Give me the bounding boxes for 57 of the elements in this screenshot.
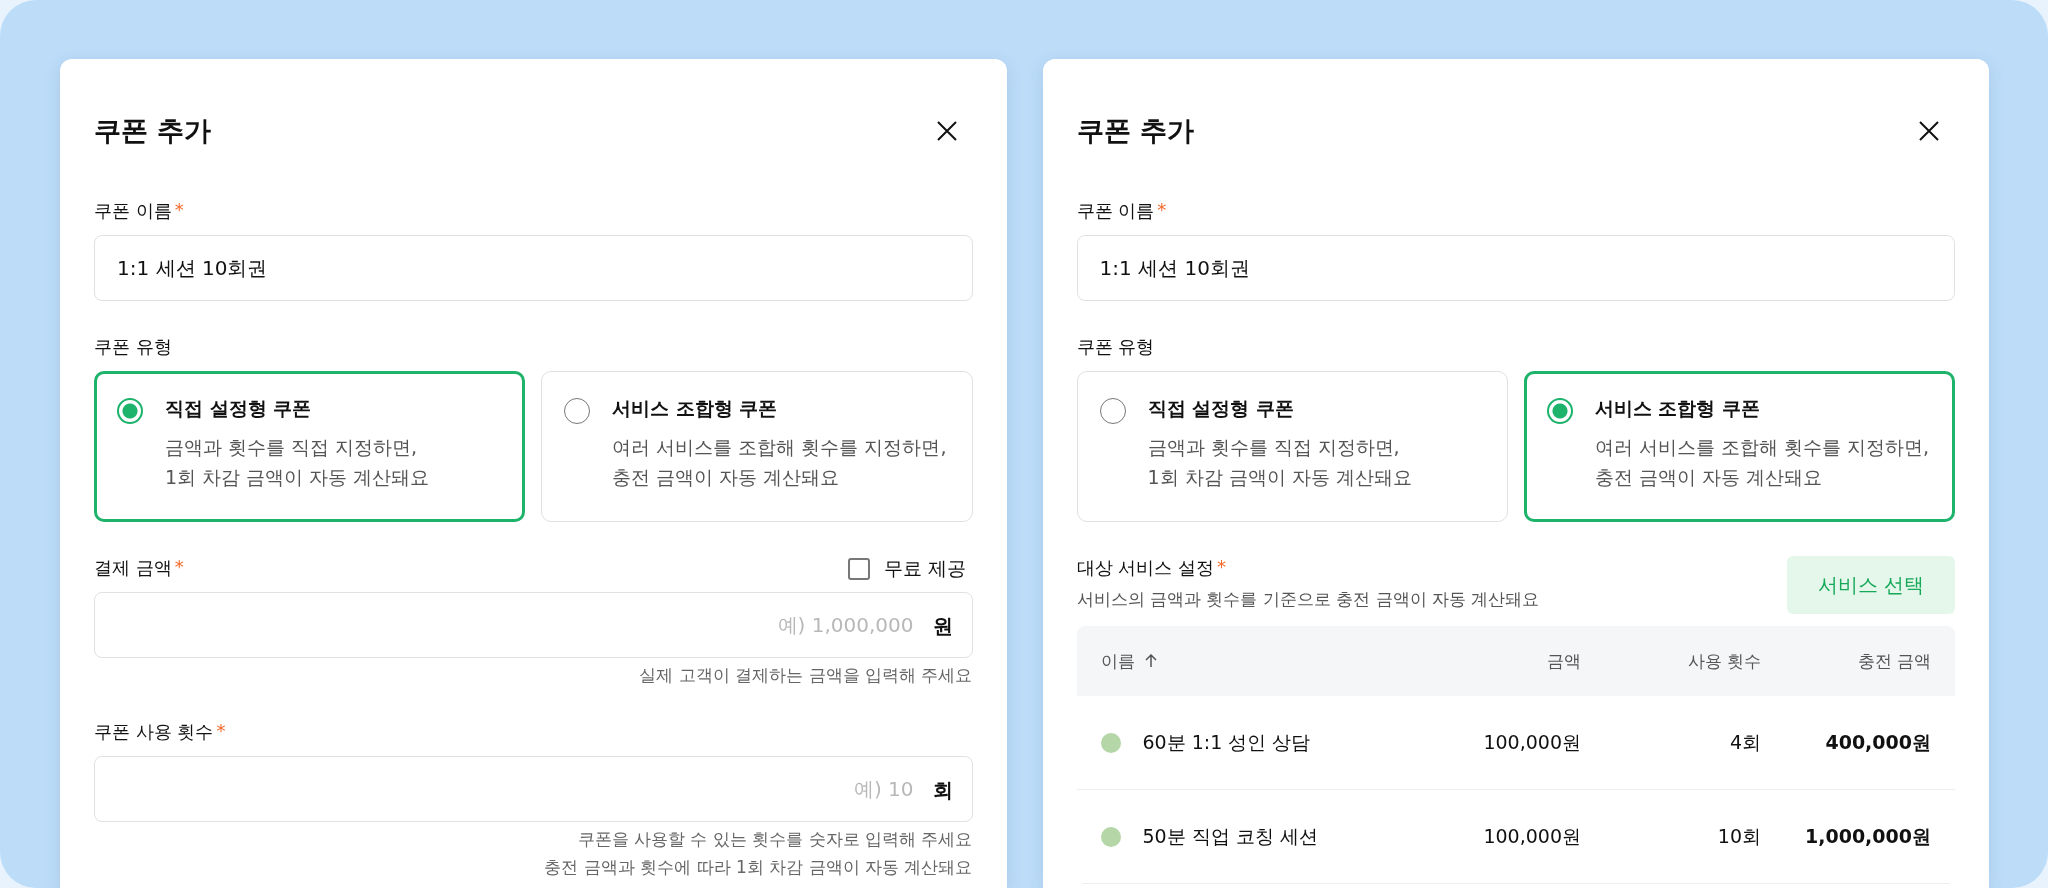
help-text: 쿠폰을 사용할 수 있는 횟수를 숫자로 입력해 주세요 [576,828,973,851]
table-cell: 400,000원 [1825,730,1931,753]
table-cell: 4회 [1729,730,1761,753]
option-title: 직접 설정형 쿠폰 [1147,396,1295,421]
coupon-type-option[interactable]: 직접 설정형 쿠폰 금액과 횟수를 직접 지정하면, 1회 차감 금액이 자동 계산돼요 [94,371,526,522]
option-title: 직접 설정형 쿠폰 [165,396,313,421]
option-description: 여러 서비스를 조합해 횟수를 지정하면, [612,435,947,460]
table-cell: 100,000원 [1483,824,1581,847]
radio-button[interactable] [117,398,143,424]
table-cell: 10회 [1717,824,1761,847]
required-mark: * [174,556,184,579]
table-cell: 1,000,000원 [1805,824,1931,847]
option-description: 금액과 횟수를 직접 지정하면, [165,435,419,460]
dialog-title: 쿠폰 추가 [94,114,212,148]
table-cell-text: 60분 1:1 성인 상담 [1142,729,1311,755]
help-text: 충전 금액과 횟수에 따라 1회 차감 금액이 자동 계산돼요 [543,856,973,879]
field-label: 쿠폰 이름 [1076,199,1155,223]
unit-label: 회 [932,777,953,805]
coupon-type-option[interactable]: 직접 설정형 쿠폰 금액과 횟수를 직접 지정하면, 1회 차감 금액이 자동 계산돼요 [1076,371,1508,522]
field-label: 대상 서비스 설정 [1076,556,1214,580]
sort-arrow-icon[interactable] [1144,654,1157,668]
unit-label: 원 [932,613,953,640]
field-label: 결제 금액 [94,556,172,580]
dialog-title: 쿠폰 추가 [1076,114,1194,148]
option-title: 서비스 조합형 쿠폰 [1594,396,1761,421]
option-description: 1회 차감 금액이 자동 계산돼요 [1147,465,1412,491]
option-description: 1회 차감 금액이 자동 계산돼요 [165,465,430,491]
column-header[interactable]: 금액 [1547,650,1581,671]
checkbox-label[interactable]: 무료 제공 [884,556,967,582]
coupon-name-field[interactable]: 1:1 세션 10회권 [1076,235,1955,301]
column-header[interactable]: 충전 금액 [1857,650,1931,671]
required-mark: * [1216,556,1226,579]
checkbox[interactable] [848,558,871,580]
close-icon[interactable] [1917,119,1941,143]
required-mark: * [174,199,184,222]
radio-button[interactable] [1546,398,1573,424]
required-mark: * [1157,199,1167,222]
option-description: 충전 금액이 자동 계산돼요 [612,465,841,491]
column-header[interactable]: 이름 [1100,649,1135,673]
option-title: 서비스 조합형 쿠폰 [612,396,779,421]
field-label: 쿠폰 유형 [94,335,172,359]
coupon-name-field[interactable]: 1:1 세션 10회권 [94,235,973,301]
table-cell: 100,000원 [1483,730,1581,753]
field-label: 쿠폰 이름 [94,199,172,223]
help-text: 실제 고객이 결제하는 금액을 입력해 주세요 [638,664,973,687]
option-description: 충전 금액이 자동 계산돼요 [1594,465,1823,491]
option-description: 금액과 횟수를 직접 지정하면, [1147,435,1401,460]
close-icon[interactable] [934,119,959,143]
column-header[interactable]: 사용 횟수 [1687,650,1761,671]
field-label: 쿠폰 유형 [1076,335,1155,359]
option-description: 여러 서비스를 조합해 횟수를 지정하면, [1594,435,1929,460]
field-label: 쿠폰 사용 횟수 [94,720,214,745]
coupon-type-option[interactable]: 서비스 조합형 쿠폰 여러 서비스를 조합해 횟수를 지정하면, 충전 금액이 자동 계산돼요 [541,371,973,522]
section-description: 서비스의 금액과 횟수를 기준으로 충전 금액이 자동 계산돼요 [1076,588,1540,611]
table-cell-text: 50분 직업 코칭 세션 [1142,823,1318,849]
required-mark: * [216,720,226,744]
coupon-type-option[interactable]: 서비스 조합형 쿠폰 여러 서비스를 조합해 횟수를 지정하면, 충전 금액이 자동 계산돼요 [1523,371,1955,522]
